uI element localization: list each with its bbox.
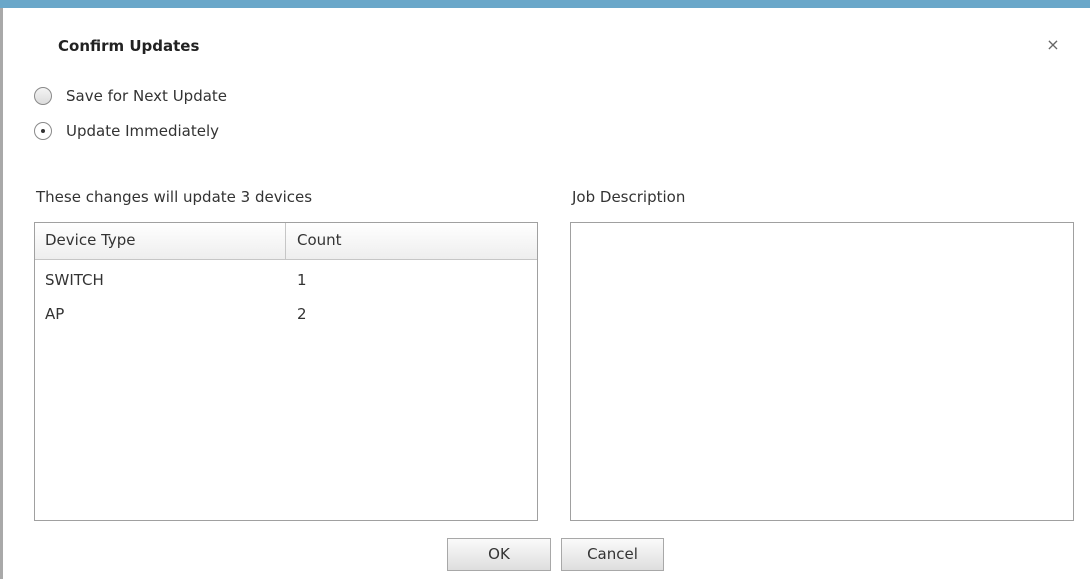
count-cell: 1	[297, 271, 307, 289]
option-update-immediately[interactable]: Update Immediately	[34, 120, 219, 142]
close-icon[interactable]: ×	[1043, 35, 1063, 55]
count-cell: 2	[297, 305, 307, 323]
device-type-cell: AP	[45, 305, 65, 323]
devices-summary-label: These changes will update 3 devices	[36, 188, 313, 206]
dialog-title: Confirm Updates	[58, 37, 200, 55]
dialog-left-edge	[0, 8, 3, 579]
device-grid: Device Type Count SWITCH 1 AP 2	[34, 222, 538, 521]
cancel-button[interactable]: Cancel	[561, 538, 664, 571]
column-header-count[interactable]: Count	[286, 223, 537, 259]
radio-button-unchecked[interactable]	[34, 87, 52, 105]
table-row[interactable]: AP 2	[35, 294, 537, 328]
device-type-cell: SWITCH	[45, 271, 104, 289]
option-label: Save for Next Update	[66, 87, 228, 105]
dialog-top-accent	[0, 0, 1090, 8]
option-label: Update Immediately	[66, 122, 220, 140]
table-row[interactable]: SWITCH 1	[35, 260, 537, 294]
column-header-device-type[interactable]: Device Type	[35, 223, 286, 259]
job-description-label: Job Description	[572, 188, 686, 206]
ok-button[interactable]: OK	[447, 538, 551, 571]
radio-button-checked[interactable]	[34, 122, 52, 140]
job-description-input[interactable]	[570, 222, 1074, 521]
grid-header: Device Type Count	[35, 223, 537, 260]
option-save-for-next-update[interactable]: Save for Next Update	[34, 85, 227, 107]
confirm-updates-dialog: Confirm Updates × Save for Next Update U…	[0, 0, 1090, 579]
